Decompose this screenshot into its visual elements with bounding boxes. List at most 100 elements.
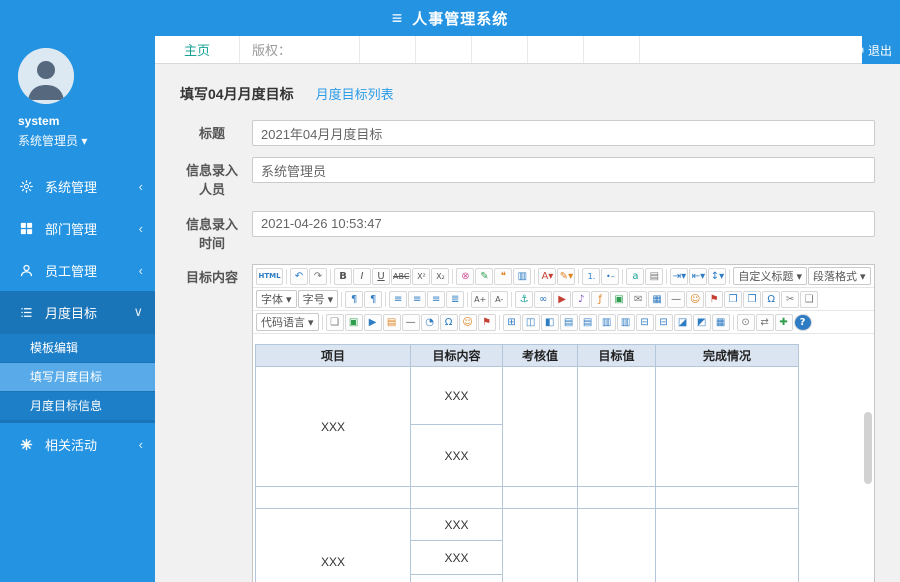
delete-table-icon[interactable]: ▦ [711,313,730,331]
flash-icon[interactable]: ƒ [591,290,610,308]
goal-cell-content[interactable]: XXX [410,424,503,488]
goal-cell-empty[interactable] [577,486,656,510]
entry-person-input[interactable] [252,157,875,183]
html-source-icon[interactable]: HTML [256,267,283,285]
entry-time-input[interactable] [252,210,875,237]
title-input[interactable] [252,120,875,146]
table-props-icon[interactable]: ◫ [521,313,540,331]
unordered-list-icon[interactable]: •– [601,267,620,285]
cell-props-icon[interactable]: ◧ [540,313,559,331]
goal-cell-project[interactable]: XXX [255,508,411,582]
split-cells-icon[interactable]: ◩ [692,313,711,331]
ordered-list-icon[interactable]: 1. [582,267,601,285]
bold-icon[interactable]: B [334,267,352,285]
sidebar-subitem-monthly-goal-info[interactable]: 月度目标信息 [0,392,155,420]
search-icon[interactable]: ⊙ [736,313,755,331]
link-anchor-icon[interactable]: ⚓ [515,290,534,308]
underline-icon[interactable]: U [372,267,390,285]
insert-file-icon[interactable]: ▤ [382,313,401,331]
smiley-icon[interactable]: ☺ [458,313,477,331]
subscript-icon[interactable]: X₂ [431,267,450,285]
goal-cell-empty[interactable] [655,486,799,510]
redo-icon[interactable]: ↷ [309,267,327,285]
sidebar-item-department-mgmt[interactable]: 部门管理 ‹ [0,207,155,249]
line-height-icon[interactable]: ↕▾ [708,267,727,285]
font-increase-icon[interactable]: A+ [471,290,490,308]
baidu-map-icon[interactable]: ⚑ [477,313,496,331]
file-icon[interactable]: ✉ [629,290,648,308]
sidebar-item-related-activity[interactable]: 相关活动 ‹ [0,423,155,465]
table-icon[interactable]: ▦ [648,290,667,308]
media-icon[interactable]: ▶ [553,290,572,308]
delete-col-icon[interactable]: ⊟ [654,313,673,331]
cut-icon[interactable]: ✂ [781,290,800,308]
blockquote-icon[interactable]: ❝ [494,267,513,285]
custom-title-select[interactable]: 自定义标题 ▾ [733,267,807,286]
insert-image-icon[interactable]: ▣ [344,313,363,331]
insert-row-above-icon[interactable]: ▤ [559,313,578,331]
align-left-icon[interactable]: ≡ [389,290,408,308]
delete-row-icon[interactable]: ⊟ [635,313,654,331]
goal-cell-content[interactable]: XXX [410,540,503,576]
paragraph-format-select[interactable]: 段落格式 ▾ [807,267,871,286]
insert-col-left-icon[interactable]: ▥ [597,313,616,331]
goal-cell-content[interactable]: XXX [410,574,503,582]
insert-col-right-icon[interactable]: ▥ [616,313,635,331]
sidebar-subitem-template-edit[interactable]: 模板编辑 [0,334,155,362]
help-icon[interactable]: ? [793,313,812,331]
music-icon[interactable]: ♪ [572,290,591,308]
goal-cell-target[interactable] [577,508,656,582]
hr-icon[interactable]: — [667,290,686,308]
tab-home[interactable]: 主页 [155,36,240,63]
font-color-icon[interactable]: A▾ [538,267,557,285]
align-right-icon[interactable]: ≡ [427,290,446,308]
goal-cell-content[interactable]: XXX [410,366,503,426]
insert-page-icon[interactable]: ▤ [645,267,664,285]
goal-cell-assess[interactable] [502,508,578,582]
insert-video-icon[interactable]: ▶ [363,313,382,331]
format-painter-icon[interactable]: ✎ [475,267,494,285]
align-justify-icon[interactable]: ≣ [446,290,465,308]
logout-button[interactable]: ⇥ 退出 [854,36,892,64]
goal-cell-completion[interactable] [655,508,799,582]
link-icon[interactable]: ∞ [534,290,553,308]
clock-icon[interactable]: ◔ [420,313,439,331]
goal-cell-empty[interactable] [255,486,411,510]
goal-cell-content[interactable]: XXX [410,508,503,542]
merge-cells-icon[interactable]: ◪ [673,313,692,331]
special-char-icon[interactable]: Ω [762,290,781,308]
image-icon[interactable]: ▣ [610,290,629,308]
horizontal-rule-icon[interactable]: — [401,313,420,331]
superscript-icon[interactable]: X² [412,267,431,285]
emoticon-icon[interactable]: ☺ [686,290,705,308]
sidebar-subitem-fill-monthly-goal[interactable]: 填写月度目标 [0,363,155,391]
rtl-paragraph-icon[interactable]: ¶ [364,290,383,308]
remove-format-icon[interactable]: ⊗ [456,267,475,285]
code-language-select[interactable]: 代码语言 ▾ [256,313,319,332]
insert-row-below-icon[interactable]: ▤ [578,313,597,331]
tab-monthly-goal-list[interactable]: 月度目标列表 [316,84,394,103]
italic-icon[interactable]: I [353,267,371,285]
goal-cell-empty[interactable] [410,486,503,510]
plugins-icon[interactable]: ✚ [774,313,793,331]
paste-icon[interactable]: ❏ [325,313,344,331]
replace-icon[interactable]: ⇄ [755,313,774,331]
copy-icon[interactable]: ❏ [800,290,819,308]
sidebar-item-employee-mgmt[interactable]: 员工管理 ‹ [0,249,155,291]
omega-icon[interactable]: Ω [439,313,458,331]
align-center-icon[interactable]: ≡ [408,290,427,308]
insert-table-icon[interactable]: ⊞ [502,313,521,331]
fullscreen-icon[interactable]: ❒ [743,290,762,308]
menu-toggle-icon[interactable]: ≡ [392,9,403,27]
goal-cell-empty[interactable] [502,486,578,510]
code-icon[interactable]: ▥ [513,267,532,285]
indent-icon[interactable]: ⇥▾ [670,267,689,285]
goal-cell-target[interactable] [577,366,656,488]
ltr-paragraph-icon[interactable]: ¶ [345,290,364,308]
role-dropdown[interactable]: 系统管理员 ▾ [18,132,155,149]
outdent-icon[interactable]: ⇤▾ [689,267,708,285]
font-family-select[interactable]: 字体 ▾ [256,290,297,309]
avatar[interactable] [18,48,74,104]
anchor-icon[interactable]: a [626,267,645,285]
highlight-color-icon[interactable]: ✎▾ [557,267,576,285]
